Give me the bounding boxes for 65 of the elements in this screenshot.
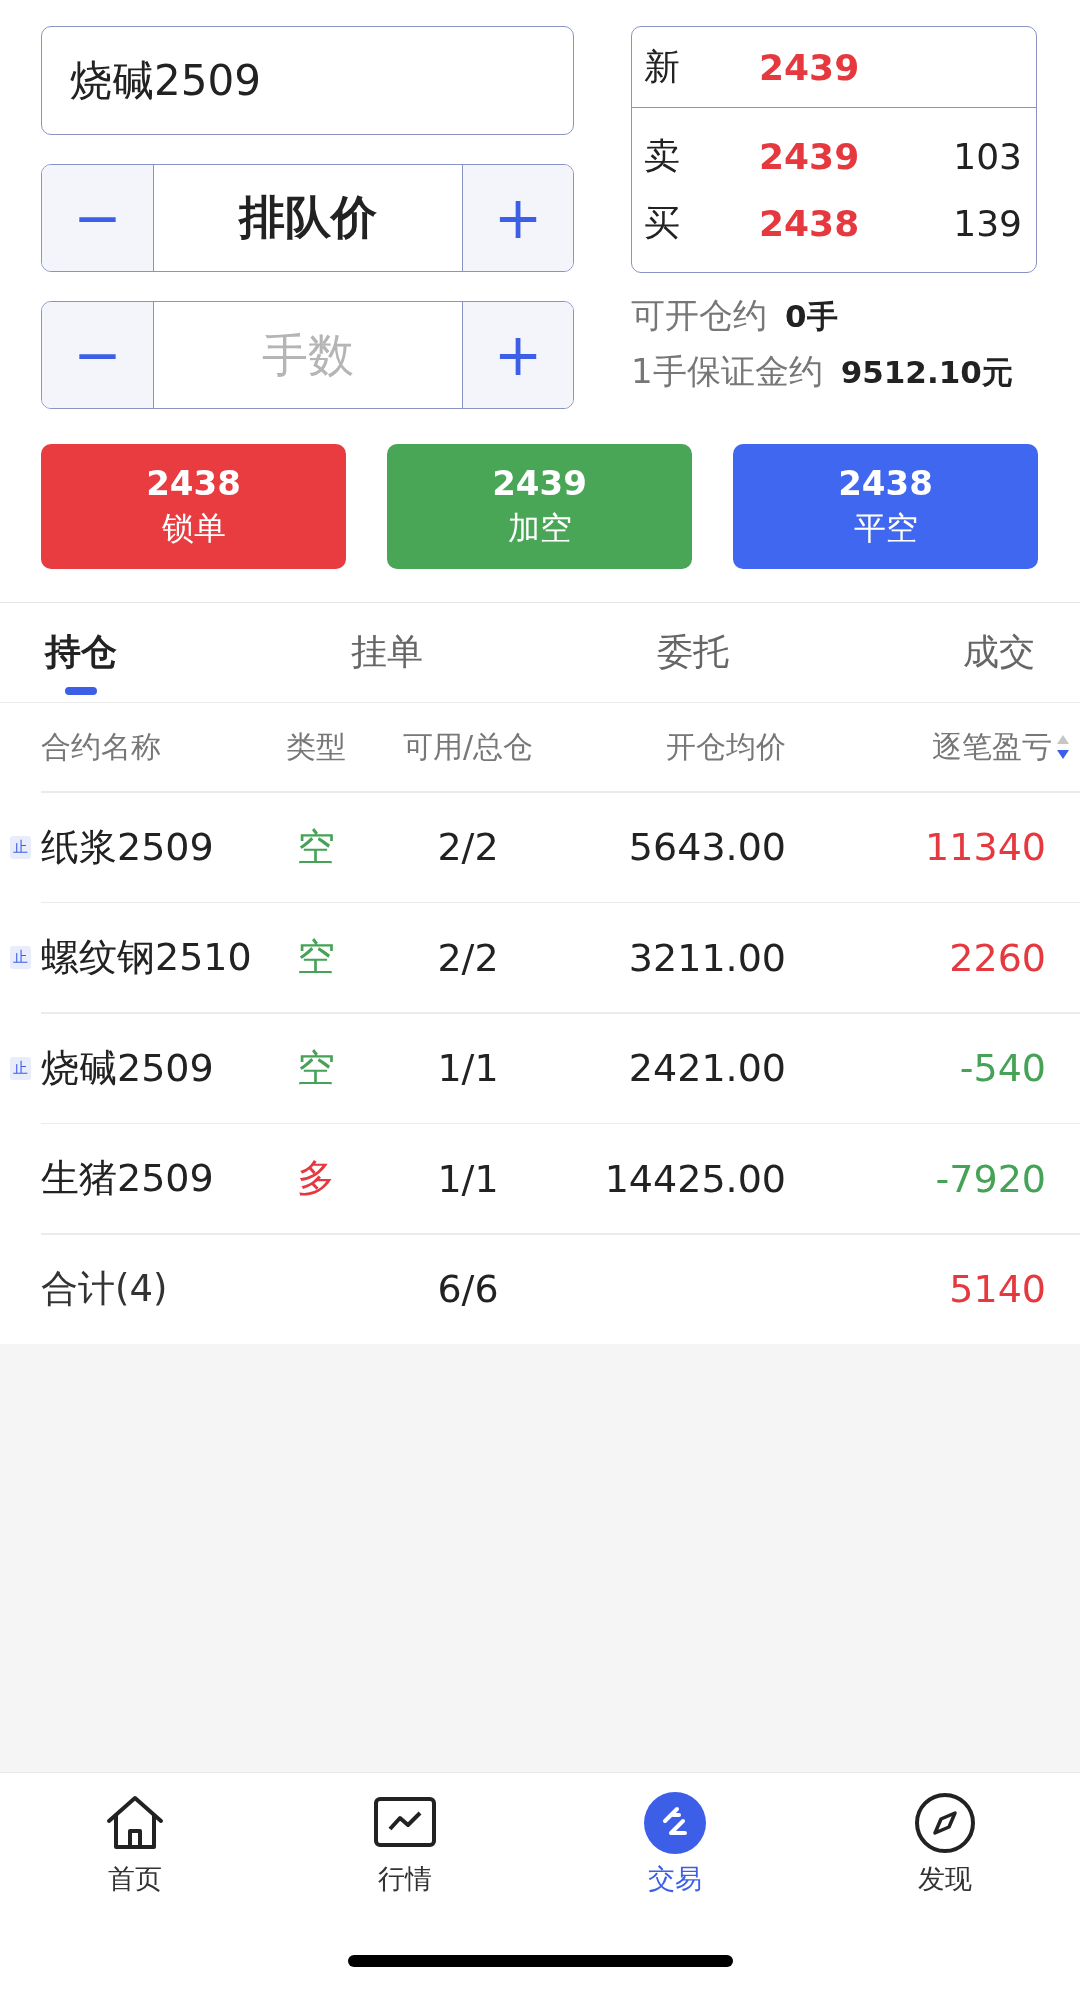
- average-price: 5643.00: [627, 825, 786, 869]
- tab[interactable]: 挂单: [351, 603, 423, 702]
- contract-name: 烧碱2509: [41, 1044, 215, 1092]
- decrease-button[interactable]: −: [42, 302, 153, 408]
- quote-label: 新: [644, 44, 681, 89]
- info-value: 0手: [785, 297, 838, 336]
- quote-label: 卖: [644, 134, 681, 178]
- quantity-field[interactable]: 手数: [153, 302, 463, 408]
- increase-button[interactable]: +: [463, 302, 573, 408]
- quote-price: 2439: [759, 136, 861, 177]
- nav-item[interactable]: 首页: [0, 1791, 270, 1897]
- contract-name: 螺纹钢2510: [41, 934, 253, 981]
- tab[interactable]: 成交: [963, 603, 1035, 702]
- quote-volume: 139: [952, 203, 1022, 244]
- total-profit-loss: 5140: [948, 1267, 1047, 1311]
- quote-volume: 103: [952, 136, 1022, 177]
- price-type-field[interactable]: 排队价: [153, 165, 463, 271]
- total-label: 合计(4): [41, 1266, 169, 1312]
- position-quantity: 1/1: [436, 1046, 500, 1090]
- column-header: 类型: [285, 727, 347, 766]
- tab[interactable]: 持仓: [45, 603, 117, 702]
- tab[interactable]: 委托: [657, 603, 729, 702]
- stop-badge: 止: [10, 1056, 31, 1080]
- contract-field[interactable]: 烧碱2509: [41, 26, 574, 135]
- nav-item[interactable]: 行情: [270, 1791, 540, 1897]
- quote-price: 2438: [759, 203, 861, 244]
- position-type: 空: [296, 934, 336, 981]
- last-price: 2439: [759, 46, 861, 88]
- stop-badge: 止: [10, 835, 31, 859]
- quantity-input[interactable]: 手数: [154, 328, 462, 382]
- info-label: 可开仓约: [631, 294, 767, 337]
- position-type: 多: [296, 1155, 336, 1202]
- average-price: 3211.00: [627, 935, 786, 980]
- position-type: 空: [296, 1044, 336, 1092]
- total-quantity: 6/6: [436, 1267, 500, 1311]
- profit-loss: 11340: [924, 825, 1047, 869]
- average-price: 2421.00: [627, 1046, 786, 1090]
- profit-loss: -7920: [934, 1156, 1047, 1201]
- compass-icon: [913, 1791, 977, 1855]
- profit-loss: 2260: [948, 935, 1047, 980]
- order-button[interactable]: 2438 锁单: [41, 444, 346, 569]
- contract-name: 纸浆2509: [41, 823, 215, 871]
- quote-label: 买: [644, 201, 681, 245]
- position-type: 空: [296, 823, 336, 871]
- increase-button[interactable]: +: [463, 165, 573, 271]
- profit-loss: -540: [958, 1046, 1047, 1090]
- contract-name: 生猪2509: [41, 1155, 215, 1202]
- position-quantity: 2/2: [436, 825, 500, 869]
- column-header: 开仓均价: [665, 727, 786, 766]
- info-value: 9512.10元: [840, 353, 1013, 392]
- nav-item[interactable]: 交易: [540, 1791, 810, 1897]
- position-quantity: 1/1: [436, 1156, 500, 1201]
- decrease-button[interactable]: −: [42, 165, 153, 271]
- column-header: 可用/总仓: [401, 727, 535, 766]
- average-price: 14425.00: [603, 1156, 786, 1201]
- stop-badge: 止: [10, 946, 31, 969]
- sort-icon[interactable]: [1056, 734, 1070, 760]
- info-label: 1手保证金约: [631, 350, 823, 393]
- nav-item[interactable]: 发现: [810, 1791, 1080, 1897]
- order-button[interactable]: 2438 平空: [733, 444, 1038, 569]
- order-button[interactable]: 2439 加空: [387, 444, 692, 569]
- trade-icon: [643, 1791, 707, 1855]
- position-quantity: 2/2: [436, 935, 500, 980]
- column-header[interactable]: 逐笔盈亏: [932, 726, 1052, 768]
- column-header: 合约名称: [41, 727, 162, 766]
